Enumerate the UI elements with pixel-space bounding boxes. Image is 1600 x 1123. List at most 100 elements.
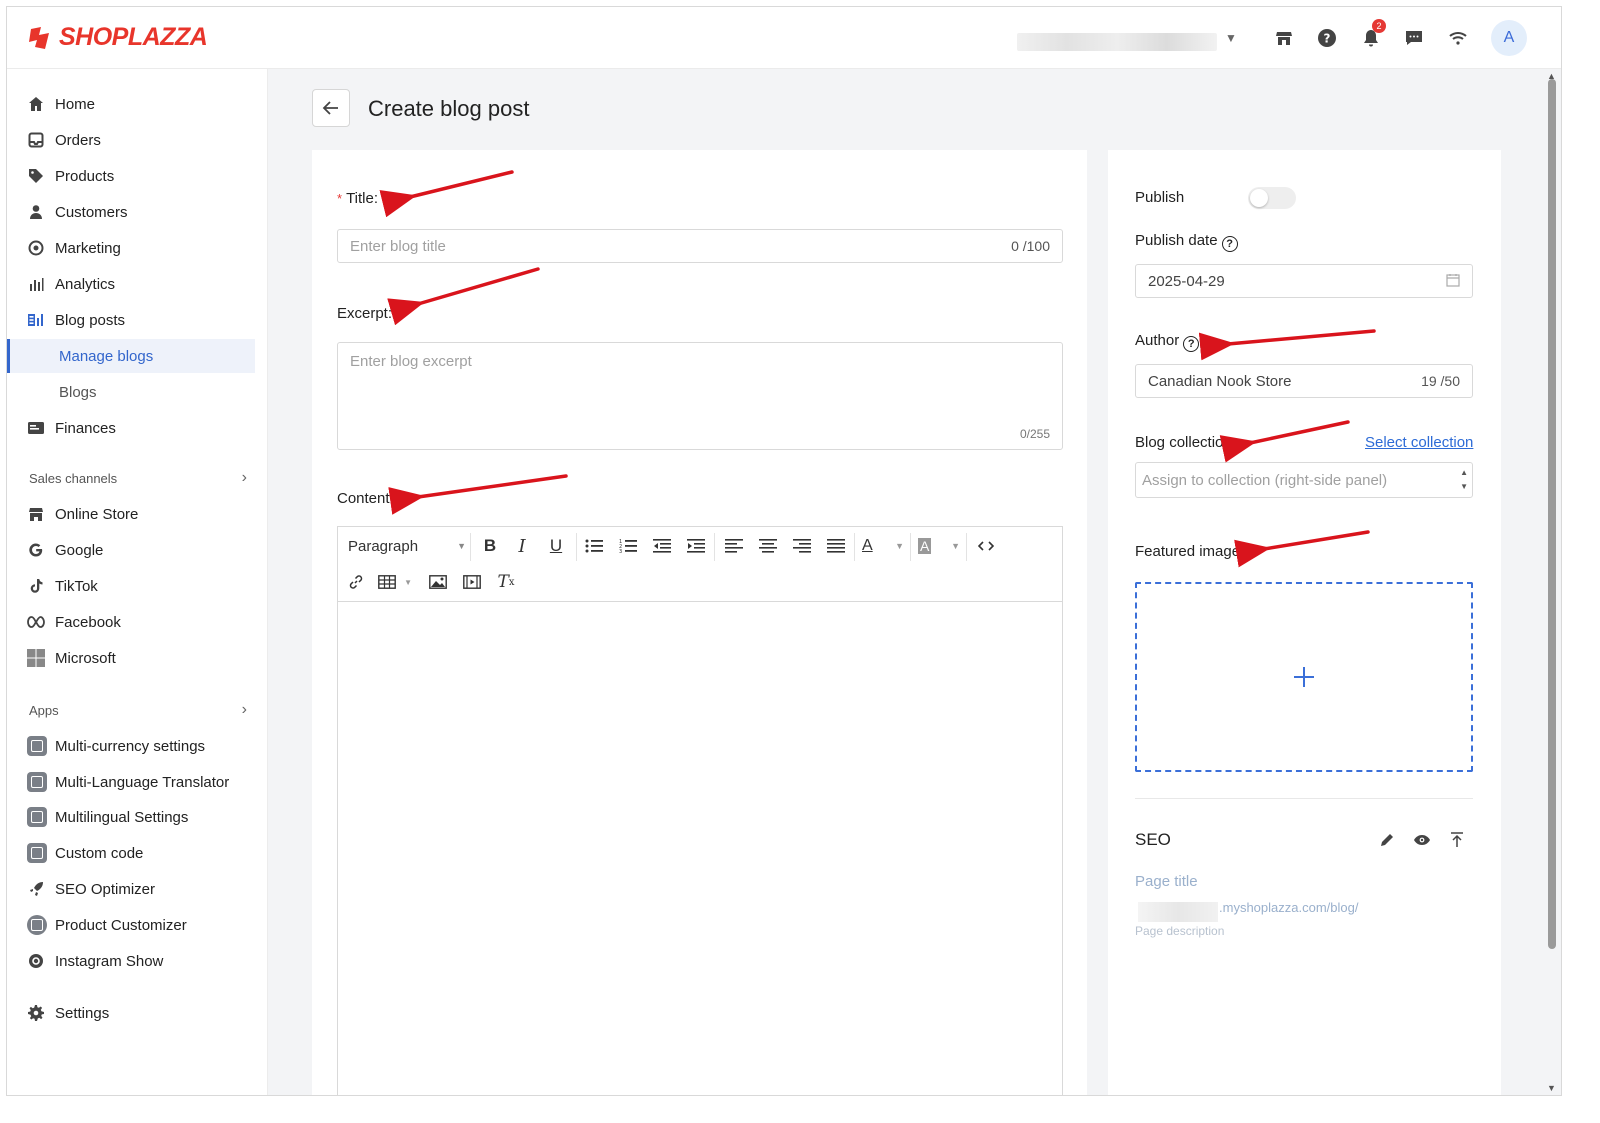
indent-icon[interactable]: [684, 533, 708, 559]
sidebar-item-products[interactable]: Products: [7, 159, 255, 193]
avatar[interactable]: A: [1491, 20, 1527, 56]
bold-icon[interactable]: B: [478, 533, 502, 559]
select-collection-link[interactable]: Select collection: [1365, 434, 1473, 451]
help-circle-icon[interactable]: ?: [1316, 27, 1338, 49]
text-color-icon[interactable]: A ▼: [862, 533, 904, 559]
editor-content-area[interactable]: [338, 602, 1062, 1095]
sidebar-item-customers[interactable]: Customers: [7, 195, 255, 229]
sidebar-item-product-customizer[interactable]: Product Customizer: [7, 908, 255, 942]
block-format-select[interactable]: Paragraph ▼: [348, 535, 466, 557]
author-input[interactable]: Canadian Nook Store 19 /50: [1135, 364, 1473, 398]
scrollbar-thumb[interactable]: [1548, 79, 1556, 949]
help-circle-icon[interactable]: ?: [1183, 336, 1200, 352]
sidebar-item-microsoft[interactable]: Microsoft: [7, 641, 255, 675]
chevron-down-icon[interactable]: ▼: [1225, 31, 1237, 45]
sidebar-item-custom-code[interactable]: Custom code: [7, 836, 255, 870]
clear-format-icon[interactable]: Tx: [494, 569, 518, 595]
sidebar-item-tiktok[interactable]: TikTok: [7, 569, 255, 603]
apps-heading[interactable]: Apps ›: [29, 701, 247, 719]
publish-date-input[interactable]: 2025-04-29: [1135, 264, 1473, 298]
link-icon[interactable]: [344, 569, 368, 595]
author-value: Canadian Nook Store: [1148, 372, 1292, 390]
wifi-icon[interactable]: [1447, 27, 1469, 49]
meta-icon: [27, 613, 45, 631]
sidebar-item-label: Products: [55, 167, 115, 185]
align-right-icon[interactable]: [790, 533, 814, 559]
blog-collection-label: Blog collection: [1135, 434, 1232, 451]
sidebar-item-label: SEO Optimizer: [55, 880, 156, 898]
seo-url: .myshoplazza.com/blog/: [1219, 900, 1359, 915]
scroll-down-icon[interactable]: ▼: [1547, 1083, 1556, 1093]
outdent-icon[interactable]: [650, 533, 674, 559]
title-label-colon: :: [373, 190, 379, 207]
app-window: SHOPLAZZA ▼ ? 2 A Home Orders Products C…: [6, 6, 1562, 1096]
sidebar-item-manage-blogs[interactable]: Manage blogs: [7, 339, 255, 373]
title-input[interactable]: Enter blog title 0 /100: [337, 229, 1063, 263]
publish-toggle[interactable]: [1248, 187, 1296, 209]
back-button[interactable]: [312, 89, 350, 127]
sidebar-item-seo-optimizer[interactable]: SEO Optimizer: [7, 872, 255, 906]
numbered-list-icon[interactable]: 123: [616, 533, 640, 559]
highlight-color-icon[interactable]: A ▼: [918, 533, 960, 559]
app-icon: [27, 843, 47, 863]
sidebar-item-home[interactable]: Home: [7, 87, 255, 121]
excerpt-textarea[interactable]: Enter blog excerpt 0/255: [337, 342, 1063, 450]
align-left-icon[interactable]: [722, 533, 746, 559]
sidebar-item-marketing[interactable]: Marketing: [7, 231, 255, 265]
svg-text:3: 3: [619, 549, 622, 554]
sidebar-item-multi-language-translator[interactable]: Multi-Language Translator: [7, 765, 255, 799]
store-icon[interactable]: [1273, 27, 1295, 49]
content-label: Content:: [337, 490, 394, 507]
title-placeholder: Enter blog title: [350, 237, 446, 255]
image-icon[interactable]: [426, 569, 450, 595]
calendar-icon[interactable]: [1446, 273, 1460, 290]
table-icon[interactable]: ▼: [378, 569, 412, 595]
sidebar-item-blogs[interactable]: Blogs: [7, 375, 255, 409]
align-center-icon[interactable]: [756, 533, 780, 559]
publish-date-value: 2025-04-29: [1148, 272, 1225, 290]
title-label-text: Title: [346, 190, 374, 207]
sidebar-item-google[interactable]: Google: [7, 533, 255, 567]
google-icon: [27, 541, 45, 559]
page-title: Create blog post: [368, 96, 530, 121]
sidebar-item-settings[interactable]: Settings: [7, 996, 255, 1030]
featured-image-upload[interactable]: [1135, 582, 1473, 772]
sidebar-item-label: Blogs: [59, 383, 97, 401]
chevron-right-icon: ›: [241, 701, 247, 718]
app-icon: [27, 807, 47, 827]
publish-date-label: Publish date?: [1135, 232, 1238, 252]
sidebar-item-facebook[interactable]: Facebook: [7, 605, 255, 639]
chat-icon[interactable]: [1403, 27, 1425, 49]
sidebar-item-label: Multilingual Settings: [55, 808, 189, 826]
brand-logo[interactable]: SHOPLAZZA: [27, 23, 208, 52]
sidebar-item-orders[interactable]: Orders: [7, 123, 255, 157]
sidebar-item-multi-currency[interactable]: Multi-currency settings: [7, 729, 255, 763]
spinner-arrows-icon[interactable]: ▲ ▼: [1460, 466, 1468, 494]
sales-channels-heading[interactable]: Sales channels ›: [29, 469, 247, 487]
collection-select[interactable]: Assign to collection (right-side panel) …: [1135, 462, 1473, 498]
pencil-icon[interactable]: [1377, 830, 1397, 850]
video-icon[interactable]: [460, 569, 484, 595]
underline-icon[interactable]: U: [544, 533, 568, 559]
sidebar-item-multilingual-settings[interactable]: Multilingual Settings: [7, 800, 255, 834]
bullet-list-icon[interactable]: [582, 533, 606, 559]
sidebar-item-online-store[interactable]: Online Store: [7, 497, 255, 531]
store-name-blurred[interactable]: [1017, 33, 1217, 51]
help-circle-icon[interactable]: ?: [1221, 236, 1238, 252]
sidebar-item-instagram-show[interactable]: Instagram Show: [7, 944, 255, 978]
sidebar-item-blog-posts[interactable]: Blog posts: [7, 303, 255, 337]
tiktok-icon: [27, 577, 45, 595]
code-view-icon[interactable]: [974, 533, 998, 559]
sidebar-item-finances[interactable]: Finances: [7, 411, 255, 445]
scroll-up-icon[interactable]: ▲: [1547, 71, 1556, 81]
eye-icon[interactable]: [1412, 830, 1432, 850]
collapse-up-icon[interactable]: [1447, 830, 1467, 850]
editor-toolbar: Paragraph ▼ B I U 123 A ▼ A ▼ ▼ T x: [338, 527, 1062, 602]
chevron-right-icon: ›: [241, 469, 247, 486]
inbox-icon: [27, 131, 45, 149]
italic-icon[interactable]: I: [510, 533, 534, 559]
content-label-text: Content: [337, 490, 390, 507]
align-justify-icon[interactable]: [824, 533, 848, 559]
sidebar-item-label: Settings: [55, 1004, 110, 1022]
sidebar-item-analytics[interactable]: Analytics: [7, 267, 255, 301]
